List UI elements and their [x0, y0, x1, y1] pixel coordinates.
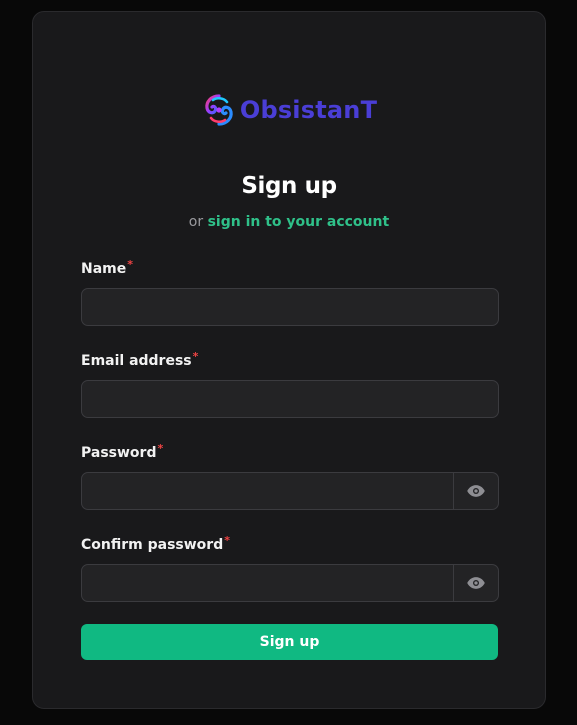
brand-logo: ObsistanT: [33, 92, 545, 128]
email-input[interactable]: [81, 380, 499, 418]
confirm-password-label: Confirm password*: [81, 534, 230, 553]
password-label-text: Password: [81, 445, 157, 461]
required-marker: *: [192, 350, 199, 363]
confirm-password-input[interactable]: [81, 564, 454, 602]
brand-name: ObsistanT: [239, 96, 378, 124]
password-label: Password*: [81, 442, 164, 461]
required-marker: *: [224, 534, 230, 547]
name-label-text: Name: [81, 261, 127, 277]
required-marker: *: [127, 258, 134, 271]
password-visibility-toggle[interactable]: [453, 472, 499, 510]
subtitle-prefix: or: [188, 214, 204, 230]
signin-prompt: or sign in to your account: [33, 214, 545, 230]
password-input[interactable]: [81, 472, 454, 510]
confirm-password-visibility-toggle[interactable]: [453, 564, 499, 602]
page-title: Sign up: [241, 173, 337, 199]
signup-card: ObsistanT Sign up or sign in to your acc…: [32, 11, 546, 709]
signin-link[interactable]: sign in to your account: [208, 214, 390, 230]
eye-icon: [467, 577, 485, 589]
required-marker: *: [157, 442, 164, 455]
email-label-text: Email address: [81, 353, 192, 369]
confirm-password-label-text: Confirm password: [81, 537, 224, 553]
email-label: Email address*: [81, 350, 199, 369]
name-label: Name*: [81, 258, 134, 277]
signup-button[interactable]: Sign up: [81, 624, 498, 660]
name-input[interactable]: [81, 288, 499, 326]
logo-icon: [205, 94, 233, 126]
eye-icon: [467, 485, 485, 497]
